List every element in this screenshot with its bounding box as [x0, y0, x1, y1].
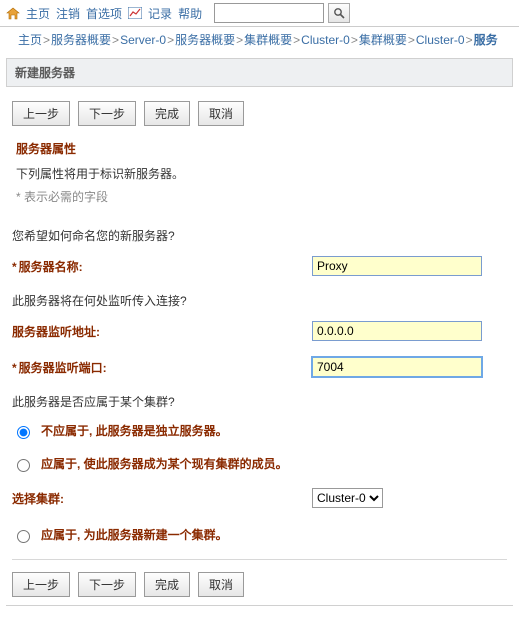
nav-logout[interactable]: 注销 — [56, 5, 80, 22]
nav-home[interactable]: 主页 — [26, 5, 50, 22]
crumb-5[interactable]: Cluster-0 — [301, 33, 350, 47]
radio-existing-cluster[interactable] — [17, 459, 30, 472]
cluster-select[interactable]: Cluster-0 — [312, 488, 383, 508]
section-title: 服务器属性 — [16, 140, 507, 157]
chart-icon — [128, 7, 142, 19]
radio-standalone[interactable] — [17, 426, 30, 439]
nav-prefs[interactable]: 首选项 — [86, 5, 122, 22]
divider — [12, 559, 507, 560]
breadcrumb: 主页>服务器概要>Server-0>服务器概要>集群概要>Cluster-0>集… — [0, 27, 519, 54]
top-toolbar: 主页 注销 首选项 记录 帮助 — [0, 0, 519, 27]
crumb-2[interactable]: Server-0 — [120, 33, 166, 47]
finish-button-bottom[interactable]: 完成 — [144, 572, 190, 597]
home-icon — [6, 7, 20, 20]
server-name-label: *服务器名称: — [12, 258, 312, 275]
nav-help[interactable]: 帮助 — [178, 5, 202, 22]
wizard-buttons-bottom: 上一步 下一步 完成 取消 — [12, 572, 507, 597]
radio-standalone-label: 不应属于, 此服务器是独立服务器。 — [41, 422, 228, 439]
wizard-buttons-top: 上一步 下一步 完成 取消 — [12, 101, 507, 126]
search-icon — [333, 7, 345, 19]
listen-port-label: *服务器监听端口: — [12, 359, 312, 376]
radio-new-cluster-label: 应属于, 为此服务器新建一个集群。 — [41, 526, 228, 543]
crumb-7[interactable]: Cluster-0 — [416, 33, 465, 47]
section-desc: 下列属性将用于标识新服务器。 — [16, 165, 507, 182]
question-name: 您希望如何命名您的新服务器? — [12, 227, 507, 244]
nav-log[interactable]: 记录 — [148, 5, 172, 22]
question-cluster: 此服务器是否应属于某个集群? — [12, 393, 507, 410]
next-button-bottom[interactable]: 下一步 — [78, 572, 136, 597]
server-name-input[interactable] — [312, 256, 482, 276]
cancel-button[interactable]: 取消 — [198, 101, 244, 126]
question-listen: 此服务器将在何处监听传入连接? — [12, 292, 507, 309]
listen-address-label: 服务器监听地址: — [12, 323, 312, 340]
search-button[interactable] — [328, 3, 350, 23]
finish-button[interactable]: 完成 — [144, 101, 190, 126]
cancel-button-bottom[interactable]: 取消 — [198, 572, 244, 597]
listen-port-input[interactable] — [312, 357, 482, 377]
crumb-6[interactable]: 集群概要 — [359, 33, 407, 47]
cluster-select-label: 选择集群: — [12, 490, 312, 507]
radio-existing-cluster-label: 应属于, 使此服务器成为某个现有集群的成员。 — [41, 455, 288, 472]
next-button[interactable]: 下一步 — [78, 101, 136, 126]
crumb-0[interactable]: 主页 — [18, 33, 42, 47]
crumb-3[interactable]: 服务器概要 — [175, 33, 235, 47]
listen-address-input[interactable] — [312, 321, 482, 341]
back-button-bottom[interactable]: 上一步 — [12, 572, 70, 597]
main-panel: 新建服务器 上一步 下一步 完成 取消 服务器属性 下列属性将用于标识新服务器。… — [6, 58, 513, 606]
crumb-4[interactable]: 集群概要 — [244, 33, 292, 47]
back-button[interactable]: 上一步 — [12, 101, 70, 126]
panel-title: 新建服务器 — [6, 58, 513, 87]
crumb-1[interactable]: 服务器概要 — [51, 33, 111, 47]
search-input[interactable] — [214, 3, 324, 23]
crumb-current: 服务 — [474, 33, 498, 47]
radio-new-cluster[interactable] — [17, 530, 30, 543]
required-note: * 表示必需的字段 — [16, 188, 507, 205]
